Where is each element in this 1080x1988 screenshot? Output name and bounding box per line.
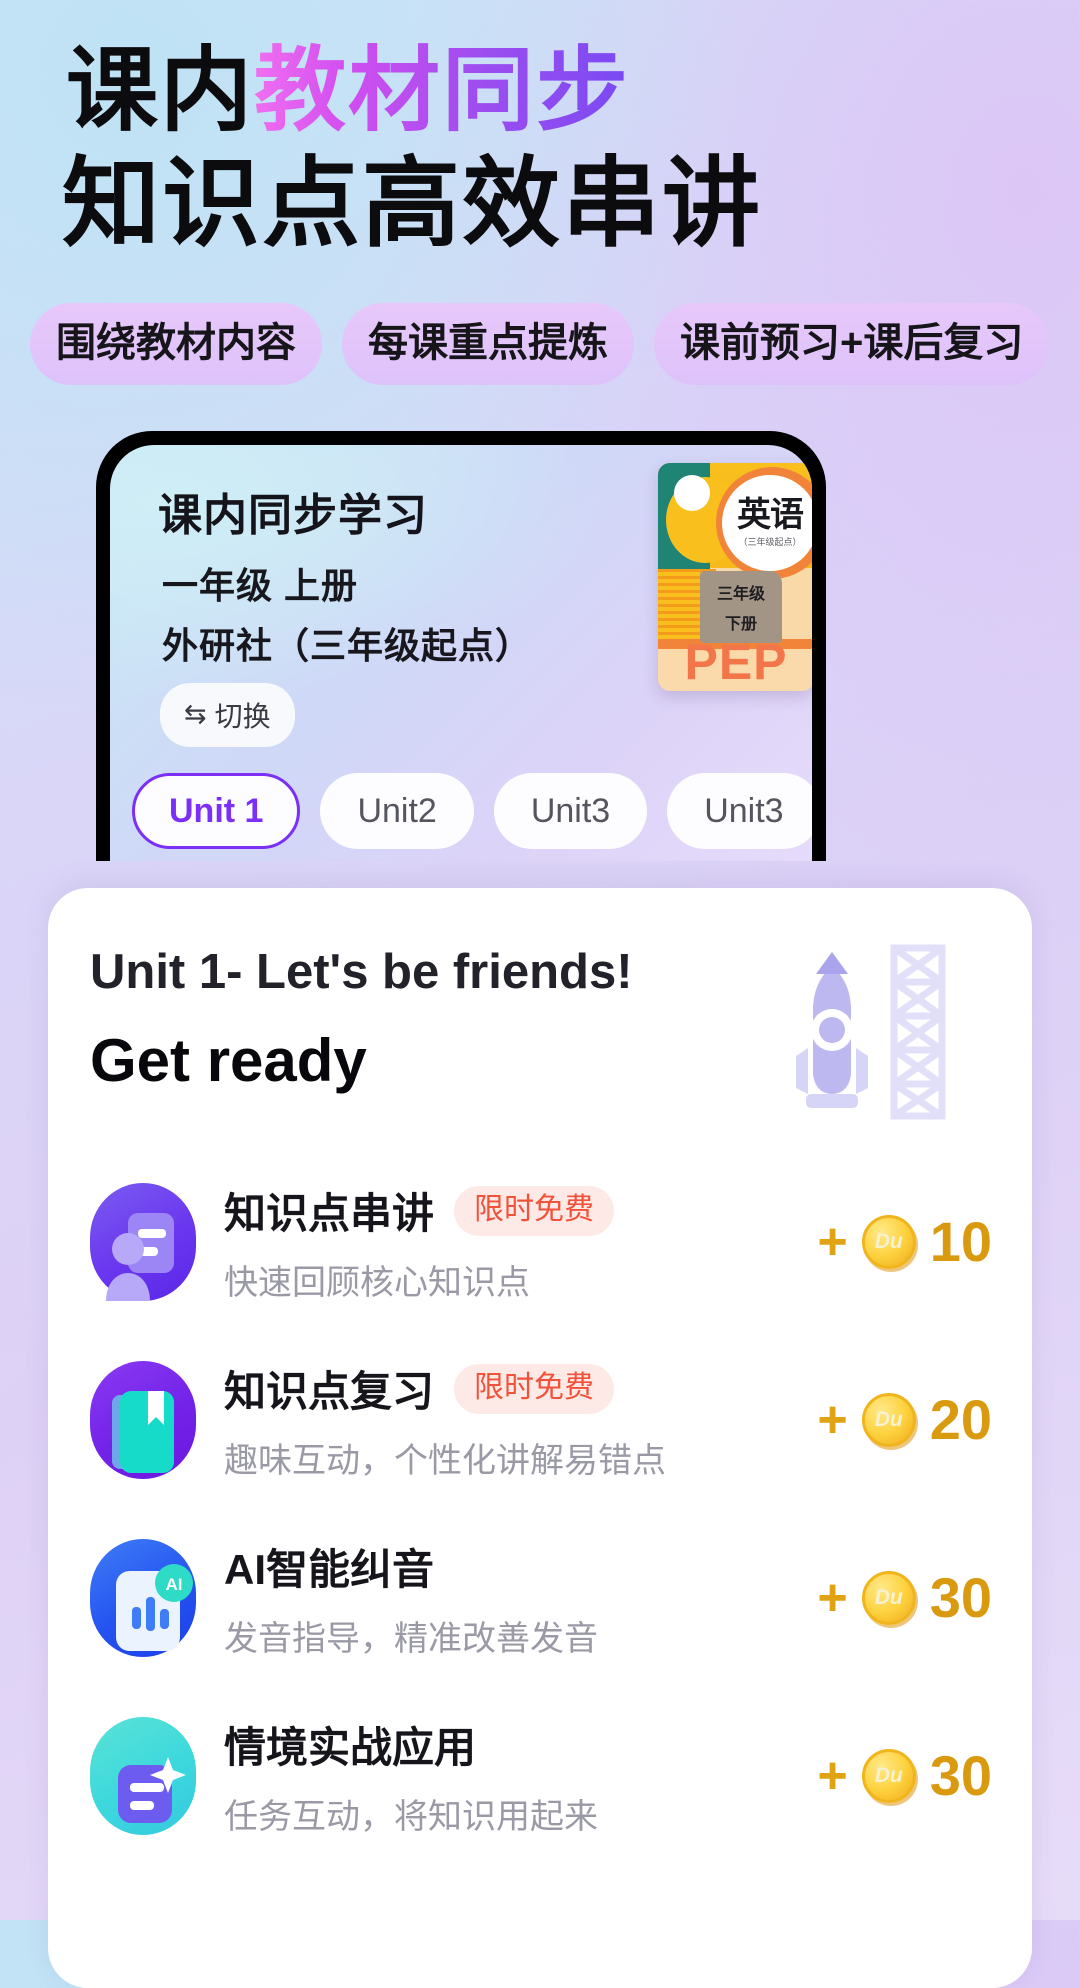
headline-line-1: 课内教材同步 (66, 40, 1080, 143)
grade-line: 一年级 上册 (162, 564, 359, 606)
lesson-row-1-text: 知识点复习 限时免费 趣味互动，个性化讲解易错点 (224, 1358, 799, 1482)
lesson-row-0-title: 知识点串讲 (224, 1190, 435, 1237)
phone-screen: 课内同步学习 一年级 上册 外研社（三年级起点） ⇆ 切换 英语 （三年级起点） (110, 444, 812, 861)
book-title-cn: 英语 (737, 495, 804, 534)
lesson-row-1-title: 知识点复习 (224, 1368, 435, 1415)
book-title-circle: 英语 （三年级起点） (722, 474, 812, 571)
feature-chip-1[interactable]: 每课重点提炼 (342, 302, 634, 385)
feature-chip-0[interactable]: 围绕教材内容 (30, 302, 322, 385)
feature-chip-list: 围绕教材内容 每课重点提炼 课前预习+课后复习 (0, 259, 1080, 385)
book-title-cn-sub: （三年级起点） (738, 536, 802, 547)
lesson-row-3-text: 情境实战应用 任务互动，将知识用起来 (224, 1714, 799, 1838)
headline-accent-text: 教材同步 (254, 40, 631, 142)
unit-tab-0[interactable]: Unit 1 (132, 772, 301, 849)
book-volume-text: 下册 (724, 615, 757, 633)
lesson-row-2-text: AI智能纠音 发音指导，精准改善发音 (224, 1536, 799, 1660)
lesson-item-list: 知识点串讲 限时免费 快速回顾核心知识点 + Du 10 知识点复习 限时免费 … (48, 1153, 1032, 1865)
coin-icon-3: Du (861, 1749, 916, 1803)
lesson-row-0-reward: + Du 10 (799, 1214, 992, 1270)
switch-textbook-button[interactable]: ⇆ 切换 (160, 682, 295, 747)
coin-icon-0: Du (861, 1215, 916, 1269)
lecturer-avatar-icon (90, 1183, 196, 1301)
book-grade-box: 三年级 下册 (700, 570, 782, 643)
unit-tab-2[interactable]: Unit3 (493, 772, 648, 849)
swap-icon: ⇆ (184, 699, 207, 730)
lesson-sheet: Unit 1- Let's be friends! Get ready 知识点串… (48, 888, 1032, 1988)
headline-line-2: 知识点高效串讲 (62, 148, 763, 259)
lesson-row-1-reward: + Du 20 (799, 1392, 992, 1448)
textbook-cover[interactable]: 英语 （三年级起点） 三年级 下册 PEP (658, 462, 812, 691)
phone-frame: 课内同步学习 一年级 上册 外研社（三年级起点） ⇆ 切换 英语 （三年级起点） (96, 430, 826, 861)
coin-icon-2: Du (861, 1571, 916, 1625)
lesson-row-3-reward: + Du 30 (799, 1748, 992, 1804)
reward-plus-2: + (817, 1569, 848, 1627)
book-white-dot (674, 474, 710, 511)
reward-plus-1: + (817, 1391, 848, 1449)
lesson-row-0-subtitle: 快速回顾核心知识点 (224, 1264, 530, 1302)
unit-tab-1[interactable]: Unit2 (320, 772, 474, 849)
reward-value-0: 10 (929, 1210, 992, 1273)
reward-value-1: 20 (929, 1388, 992, 1451)
reward-value-2: 30 (929, 1566, 992, 1629)
lesson-row-0[interactable]: 知识点串讲 限时免费 快速回顾核心知识点 + Du 10 (48, 1153, 1032, 1331)
lesson-row-0-badge: 限时免费 (454, 1185, 615, 1236)
screen-title: 课内同步学习 (158, 490, 428, 540)
feature-chip-2[interactable]: 课前预习+课后复习 (654, 302, 1050, 385)
book-grade-text: 三年级 (716, 585, 765, 603)
reward-plus-0: + (817, 1213, 848, 1271)
bookmark-book-icon (90, 1361, 196, 1479)
lesson-row-1[interactable]: 知识点复习 限时免费 趣味互动，个性化讲解易错点 + Du 20 (48, 1331, 1032, 1509)
unit-tab-bar: Unit 1 Unit2 Unit3 Unit3 (132, 772, 812, 849)
switch-textbook-label: 切换 (214, 700, 271, 732)
headline-plain-text: 课内 (66, 40, 255, 142)
lesson-row-3-title: 情境实战应用 (224, 1724, 477, 1771)
lesson-row-2[interactable]: AI AI智能纠音 发音指导，精准改善发音 + Du 30 (48, 1509, 1032, 1687)
phone-mockup: 课内同步学习 一年级 上册 外研社（三年级起点） ⇆ 切换 英语 （三年级起点） (96, 430, 826, 861)
coin-icon-1: Du (861, 1393, 916, 1447)
ai-voice-icon: AI (90, 1539, 196, 1657)
rocket-icon (796, 944, 946, 1120)
hero-headline: 课内教材同步 知识点高效串讲 (0, 0, 1080, 259)
lesson-row-1-badge: 限时免费 (454, 1363, 615, 1414)
lesson-row-2-reward: + Du 30 (799, 1570, 992, 1626)
reward-plus-3: + (817, 1747, 848, 1805)
lesson-row-2-title: AI智能纠音 (224, 1546, 435, 1593)
lesson-row-2-subtitle: 发音指导，精准改善发音 (224, 1620, 598, 1658)
lesson-row-3[interactable]: 情境实战应用 任务互动，将知识用起来 + Du 30 (48, 1687, 1032, 1865)
reward-value-3: 30 (929, 1744, 992, 1807)
lesson-row-3-subtitle: 任务互动，将知识用起来 (224, 1798, 598, 1836)
svg-text:AI: AI (166, 1575, 183, 1594)
lesson-row-1-subtitle: 趣味互动，个性化讲解易错点 (224, 1442, 666, 1480)
unit-tab-3[interactable]: Unit3 (667, 772, 812, 849)
publisher-line: 外研社（三年级起点） (162, 624, 533, 666)
lesson-row-0-text: 知识点串讲 限时免费 快速回顾核心知识点 (224, 1180, 799, 1304)
chat-sparkle-icon (90, 1717, 196, 1835)
